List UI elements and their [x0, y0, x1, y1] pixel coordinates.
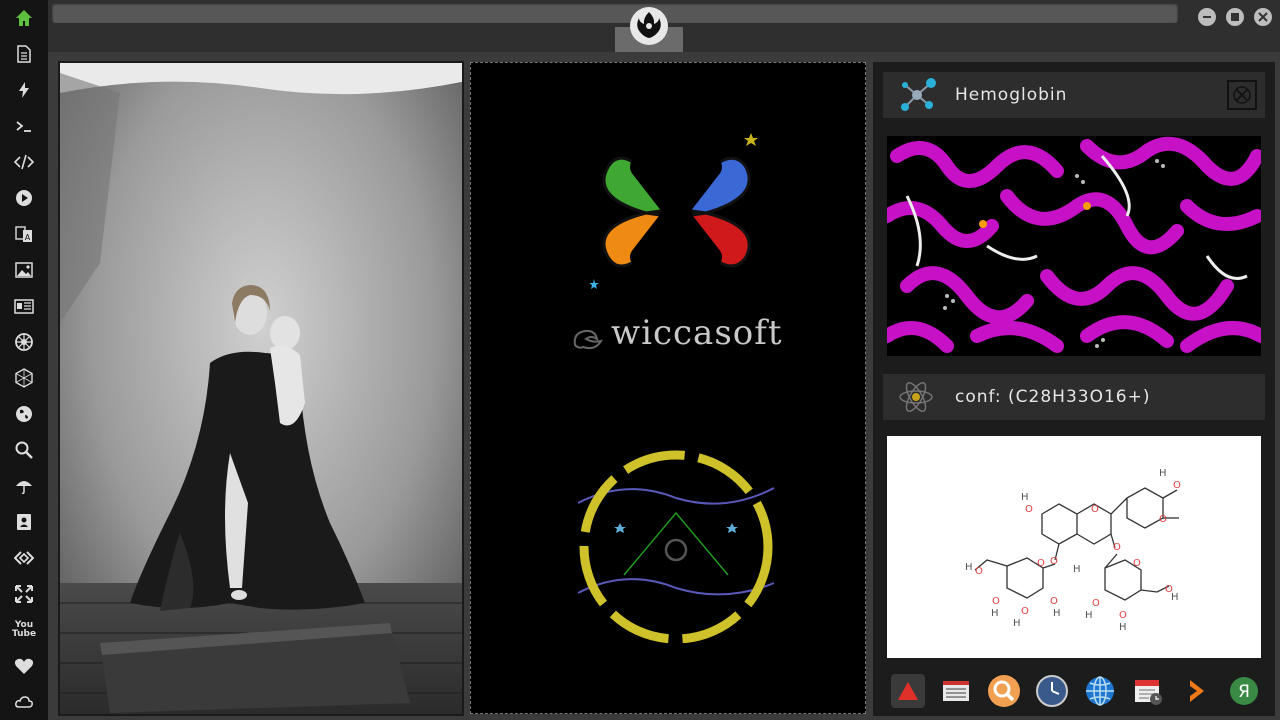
calendar-app-icon[interactable] — [1131, 674, 1165, 708]
clock-app-icon[interactable] — [1035, 674, 1069, 708]
oxygen-label: O — [1113, 542, 1121, 553]
sidebar: A You Tube — [0, 0, 48, 720]
translate-icon[interactable]: A — [10, 220, 38, 248]
browser-globe-icon[interactable] — [1083, 674, 1117, 708]
top-bar — [48, 0, 1280, 52]
hydrogen-label: H — [1159, 468, 1167, 479]
umbrella-icon[interactable] — [10, 472, 38, 500]
app-launcher-icon[interactable] — [891, 674, 925, 708]
close-button[interactable] — [1254, 8, 1272, 26]
photo-panel — [58, 61, 464, 716]
protein-title: Hemoglobin — [955, 85, 1068, 105]
oxygen-label: O — [992, 596, 1000, 607]
address-bar[interactable] — [52, 3, 1178, 23]
circle-emblem — [577, 450, 775, 643]
image-icon[interactable] — [10, 256, 38, 284]
yandex-app-icon[interactable]: Я — [1227, 674, 1261, 708]
cloud-icon[interactable] — [10, 688, 38, 716]
brand-name: wiccasoft — [611, 313, 783, 353]
portrait-photo — [60, 63, 462, 714]
oxygen-label: O — [975, 566, 983, 577]
oxygen-label: O — [1092, 598, 1100, 609]
play-icon[interactable] — [10, 184, 38, 212]
protein-render — [887, 136, 1261, 356]
terminal-icon[interactable] — [10, 112, 38, 140]
oxygen-label: O — [1037, 558, 1045, 569]
svg-text:A: A — [25, 233, 31, 242]
molecule-diagram: O O O O O O O O O O O O O O O H H H H H … — [887, 436, 1261, 658]
oxygen-label: O — [1133, 558, 1141, 569]
hydrogen-label: H — [1073, 564, 1081, 575]
youtube-label: You Tube — [11, 620, 37, 639]
close-icon — [1233, 86, 1251, 104]
atom-icon — [899, 382, 933, 412]
news-reader-icon[interactable] — [939, 674, 973, 708]
news-icon[interactable] — [10, 292, 38, 320]
wiccasoft-mark-icon — [573, 329, 604, 350]
info-panel: Hemoglobin conf: (C28H33O16+) O O O O O … — [873, 62, 1275, 716]
hydrogen-label: H — [1119, 622, 1127, 633]
empire-icon[interactable] — [10, 328, 38, 356]
rebel-alliance-icon[interactable] — [629, 6, 669, 46]
oxygen-label: O — [1021, 606, 1029, 617]
oxygen-label: O — [1050, 596, 1058, 607]
molecule-icon — [901, 78, 936, 111]
hydrogen-label: H — [1171, 592, 1179, 603]
search-icon[interactable] — [10, 436, 38, 464]
oxygen-label: O — [1173, 480, 1181, 491]
oxygen-label: O — [1119, 610, 1127, 621]
home-icon[interactable] — [10, 4, 38, 32]
hydrogen-label: H — [965, 562, 973, 573]
oxygen-label: O — [1159, 514, 1167, 525]
hexagon-icon[interactable] — [10, 364, 38, 392]
formula-text: conf: (C28H33O16+) — [955, 387, 1151, 407]
hydrogen-label: H — [1053, 608, 1061, 619]
document-icon[interactable] — [10, 40, 38, 68]
code-icon[interactable] — [10, 148, 38, 176]
globe-icon[interactable] — [10, 400, 38, 428]
search-app-icon[interactable] — [987, 674, 1021, 708]
forward-arrow-icon[interactable] — [1179, 674, 1213, 708]
hydrogen-label: H — [991, 608, 999, 619]
youtube-icon[interactable]: You Tube — [10, 616, 38, 644]
heart-icon[interactable] — [10, 652, 38, 680]
oxygen-label: O — [1050, 556, 1058, 567]
maximize-button[interactable] — [1226, 8, 1244, 26]
wiccasoft-logo — [589, 133, 758, 289]
contact-icon[interactable] — [10, 508, 38, 536]
logo-panel: wiccasoft — [470, 62, 866, 714]
app-dock: Я — [887, 666, 1267, 714]
hydrogen-label: H — [1021, 492, 1029, 503]
fullscreen-icon[interactable] — [10, 580, 38, 608]
share-icon[interactable] — [10, 544, 38, 572]
hydrogen-label: H — [1085, 610, 1093, 621]
protein-header: Hemoglobin — [883, 72, 1265, 118]
oxygen-label: O — [1091, 504, 1099, 515]
close-panel-button[interactable] — [1227, 80, 1257, 110]
svg-text:Я: Я — [1238, 682, 1250, 702]
lightning-icon[interactable] — [10, 76, 38, 104]
minimize-button[interactable] — [1198, 8, 1216, 26]
formula-header: conf: (C28H33O16+) — [883, 374, 1265, 420]
hydrogen-label: H — [1013, 618, 1021, 629]
oxygen-label: O — [1025, 504, 1033, 515]
